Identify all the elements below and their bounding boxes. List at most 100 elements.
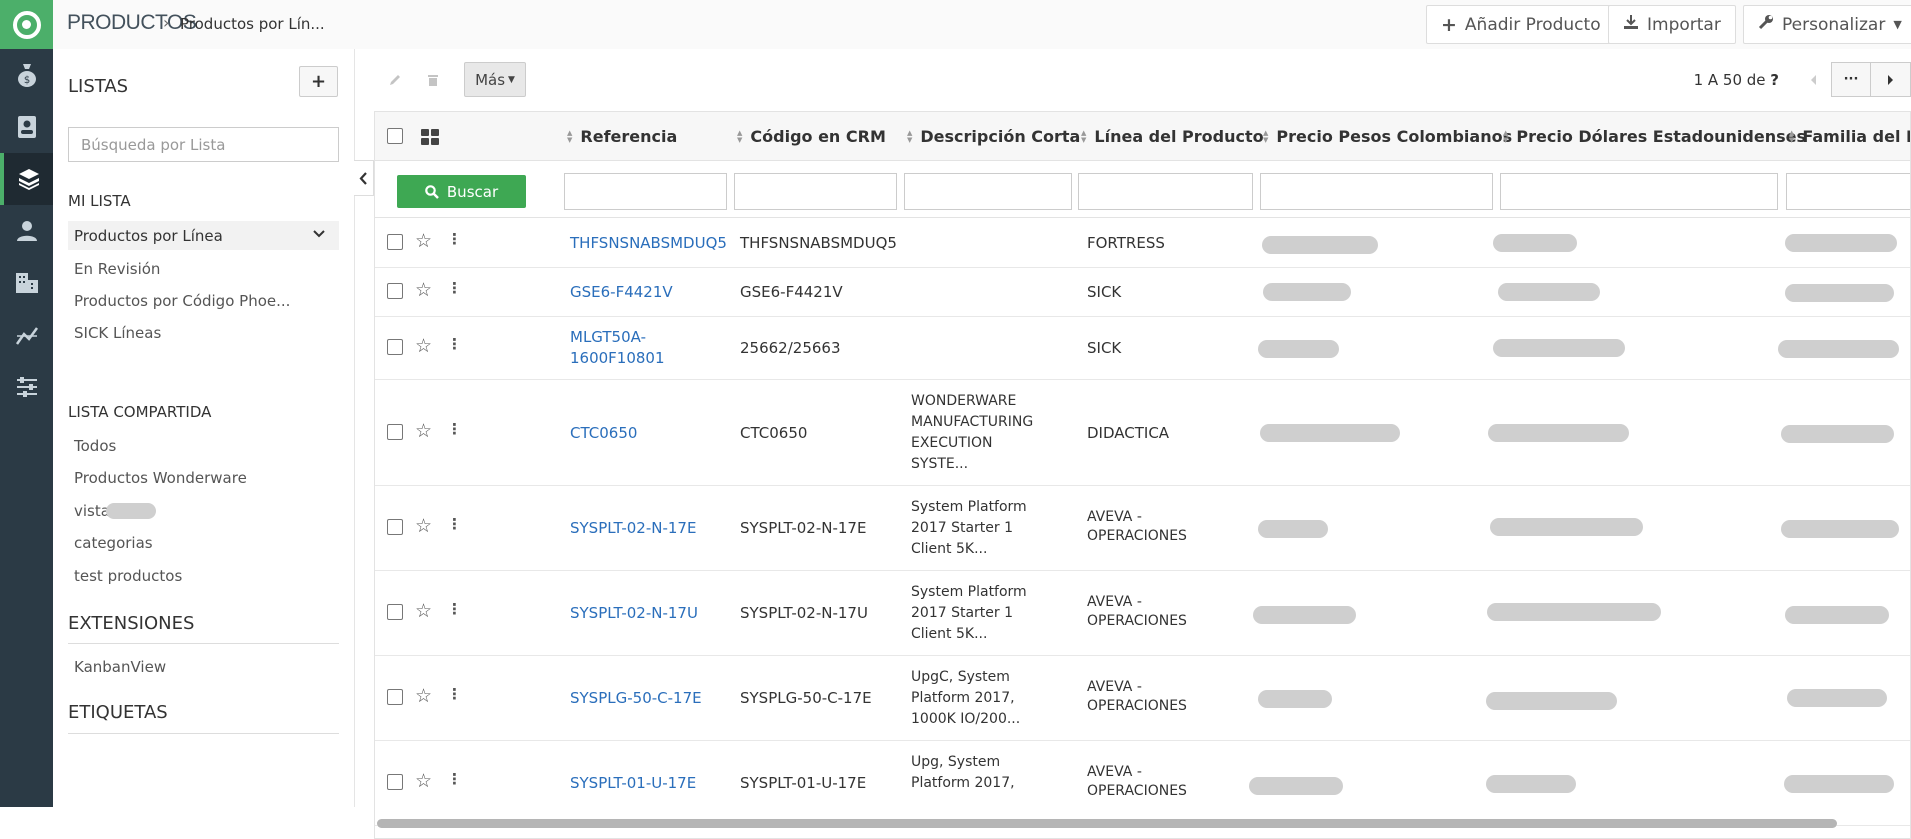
kebab-icon[interactable]: ⋮ bbox=[447, 515, 462, 533]
filter-input-referencia[interactable] bbox=[564, 173, 727, 210]
star-icon[interactable]: ☆ bbox=[415, 420, 432, 442]
table-row[interactable]: ☆ ⋮ MLGT50A- 1600F10801 25662/25663 SICK bbox=[375, 317, 1910, 380]
table-row[interactable]: ☆ ⋮ CTC0650 CTC0650 WONDERWARE MANUFACTU… bbox=[375, 380, 1910, 486]
search-button[interactable]: Buscar bbox=[397, 175, 526, 208]
row-ref-link[interactable]: SYSPLT-02-N-17E bbox=[570, 518, 696, 539]
row-ref-link[interactable]: SYSPLT-01-U-17E bbox=[570, 773, 696, 794]
caret-down-icon: ▼ bbox=[508, 74, 515, 85]
horizontal-scrollbar[interactable] bbox=[377, 819, 1837, 828]
more-pages-button[interactable]: ··· bbox=[1831, 62, 1871, 97]
more-dropdown-button[interactable]: Más ▼ bbox=[464, 62, 526, 97]
row-checkbox[interactable] bbox=[387, 424, 403, 440]
list-item-productos-wonderware[interactable]: Productos Wonderware bbox=[68, 463, 339, 492]
contact-card-icon[interactable] bbox=[0, 101, 53, 153]
user-icon[interactable] bbox=[0, 205, 53, 257]
sort-icon: ▲ ▼ bbox=[567, 128, 573, 144]
list-item-productos-por-linea[interactable]: Productos por Línea bbox=[68, 221, 339, 250]
next-page-button[interactable] bbox=[1871, 62, 1911, 97]
prev-page-button[interactable] bbox=[1795, 62, 1831, 97]
filter-input-codigo-crm[interactable] bbox=[734, 173, 897, 210]
add-product-button[interactable]: + Añadir Producto bbox=[1426, 5, 1616, 44]
star-icon[interactable]: ☆ bbox=[415, 335, 432, 357]
column-header-referencia[interactable]: ▲ ▼ Referencia bbox=[567, 127, 677, 146]
row-checkbox[interactable] bbox=[387, 519, 403, 535]
kebab-icon[interactable]: ⋮ bbox=[447, 770, 462, 788]
row-ref-link[interactable]: GSE6-F4421V bbox=[570, 282, 673, 303]
filter-input-linea[interactable] bbox=[1078, 173, 1253, 210]
logo-icon[interactable] bbox=[0, 0, 53, 49]
row-ref-link[interactable]: THFSNSNABSMDUQ5 bbox=[570, 233, 727, 254]
column-header-linea[interactable]: ▲ ▼ Línea del Producto bbox=[1081, 127, 1264, 146]
table-row[interactable]: ☆ ⋮ SYSPLG-50-C-17E SYSPLG-50-C-17E UpgC… bbox=[375, 656, 1910, 741]
list-item-kanbanview[interactable]: KanbanView bbox=[68, 652, 339, 681]
column-header-familia[interactable]: ▲▼ Familia del Pr bbox=[1789, 127, 1910, 146]
star-icon[interactable]: ☆ bbox=[415, 770, 432, 792]
column-header-descripcion[interactable]: ▲ ▼ Descripción Corta bbox=[907, 127, 1080, 146]
row-ref-link[interactable]: CTC0650 bbox=[570, 423, 637, 444]
row-checkbox[interactable] bbox=[387, 339, 403, 355]
filter-input-precio-cop[interactable] bbox=[1260, 173, 1493, 210]
column-header-precio-usd[interactable]: ▲ ▼ Precio Dólares Estadounidenses bbox=[1503, 127, 1806, 146]
breadcrumb[interactable]: Productos por Lín... bbox=[180, 15, 325, 33]
list-item-en-revision[interactable]: En Revisión bbox=[68, 254, 339, 283]
row-ref-link[interactable]: SYSPLG-50-C-17E bbox=[570, 688, 702, 709]
sliders-icon[interactable] bbox=[0, 361, 53, 413]
pencil-icon[interactable] bbox=[376, 62, 414, 97]
column-header-precio-cop[interactable]: ▲ ▼ Precio Pesos Colombianos bbox=[1263, 127, 1512, 146]
row-ref-link[interactable]: SYSPLT-02-N-17U bbox=[570, 603, 698, 624]
add-list-button[interactable]: + bbox=[299, 66, 338, 97]
svg-text:$: $ bbox=[23, 75, 29, 86]
sort-icon: ▲ ▼ bbox=[1503, 128, 1509, 144]
table-header: ▲ ▼ Referencia ▲ ▼ Código en CRM ▲ ▼ Descripci… bbox=[375, 112, 1910, 161]
list-search-input[interactable]: Búsqueda por Lista bbox=[68, 127, 339, 162]
kebab-icon[interactable]: ⋮ bbox=[447, 600, 462, 618]
list-item-codigo-phoenix[interactable]: Productos por Código Phoe... bbox=[68, 286, 339, 315]
row-checkbox[interactable] bbox=[387, 604, 403, 620]
select-all-checkbox[interactable] bbox=[387, 128, 403, 144]
row-checkbox[interactable] bbox=[387, 283, 403, 299]
filter-input-precio-usd[interactable] bbox=[1500, 173, 1778, 210]
star-icon[interactable]: ☆ bbox=[415, 230, 432, 252]
table-row[interactable]: ☆ ⋮ GSE6-F4421V GSE6-F4421V SICK bbox=[375, 268, 1910, 317]
kebab-icon[interactable]: ⋮ bbox=[447, 279, 462, 297]
row-checkbox[interactable] bbox=[387, 774, 403, 790]
collapse-sidebar-button[interactable] bbox=[354, 160, 374, 196]
column-header-codigo-crm[interactable]: ▲ ▼ Código en CRM bbox=[737, 127, 886, 146]
star-icon[interactable]: ☆ bbox=[415, 685, 432, 707]
list-item-categorias[interactable]: categorias bbox=[68, 528, 339, 557]
money-bag-icon[interactable]: $ bbox=[0, 49, 53, 101]
module-title[interactable]: PRODUCTOS bbox=[67, 11, 197, 35]
star-icon[interactable]: ☆ bbox=[415, 515, 432, 537]
redacted-price-usd bbox=[1498, 283, 1600, 301]
kebab-icon[interactable]: ⋮ bbox=[447, 230, 462, 248]
row-ref-link[interactable]: MLGT50A- 1600F10801 bbox=[570, 327, 665, 369]
list-item-sick-lineas[interactable]: SICK Líneas bbox=[68, 318, 339, 347]
list-item-todos[interactable]: Todos bbox=[68, 431, 339, 460]
kebab-icon[interactable]: ⋮ bbox=[447, 335, 462, 353]
kebab-icon[interactable]: ⋮ bbox=[447, 420, 462, 438]
table-row[interactable]: ☆ ⋮ SYSPLT-02-N-17E SYSPLT-02-N-17E Syst… bbox=[375, 486, 1910, 571]
kebab-icon[interactable]: ⋮ bbox=[447, 685, 462, 703]
column-layout-icon[interactable] bbox=[421, 129, 439, 145]
star-icon[interactable]: ☆ bbox=[415, 600, 432, 622]
row-checkbox[interactable] bbox=[387, 689, 403, 705]
import-button[interactable]: Importar bbox=[1608, 5, 1736, 44]
trash-icon[interactable] bbox=[414, 62, 452, 97]
row-checkbox[interactable] bbox=[387, 234, 403, 250]
list-item-test-productos[interactable]: test productos bbox=[68, 561, 339, 590]
table-row[interactable]: ☆ ⋮ THFSNSNABSMDUQ5 THFSNSNABSMDUQ5 FORT… bbox=[375, 219, 1910, 268]
redacted-familia bbox=[1785, 234, 1897, 252]
customize-button[interactable]: Personalizar ▼ bbox=[1743, 5, 1911, 44]
chart-icon[interactable] bbox=[0, 309, 53, 361]
list-item-vista[interactable]: vista bbox=[68, 496, 339, 525]
pager-total[interactable]: ? bbox=[1770, 71, 1779, 89]
filter-input-familia[interactable] bbox=[1786, 173, 1910, 210]
table-row[interactable]: ☆ ⋮ SYSPLT-02-N-17U SYSPLT-02-N-17U Syst… bbox=[375, 571, 1910, 656]
chevron-down-icon[interactable] bbox=[313, 227, 325, 242]
star-icon[interactable]: ☆ bbox=[415, 279, 432, 301]
products-box-icon[interactable] bbox=[0, 153, 53, 205]
filter-input-descripcion[interactable] bbox=[904, 173, 1072, 210]
table-row[interactable]: ☆ ⋮ SYSPLT-01-U-17E SYSPLT-01-U-17E Upg,… bbox=[375, 741, 1910, 826]
app-rail: $ bbox=[0, 0, 53, 807]
building-icon[interactable] bbox=[0, 257, 53, 309]
